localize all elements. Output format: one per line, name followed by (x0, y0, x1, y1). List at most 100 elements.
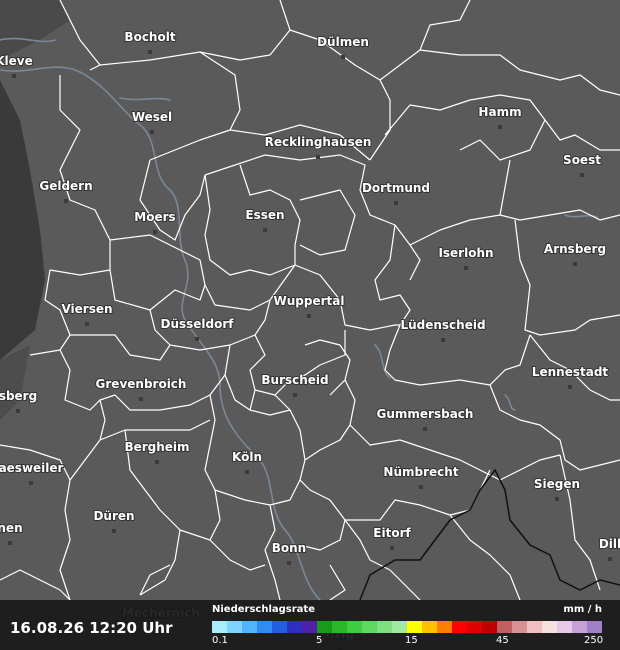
city-label: Gummersbach (377, 407, 474, 421)
city-label: Moers (134, 210, 175, 224)
legend-swatch (527, 621, 542, 633)
city-dot (85, 322, 89, 326)
legend-swatch (392, 621, 407, 633)
legend-tick: 250 (584, 635, 604, 646)
city-dot (148, 50, 152, 54)
legend-swatch (407, 621, 422, 633)
city-label: Soest (563, 153, 601, 167)
map-footer: 16.08.26 12:20 Uhr Niederschlagsrate mm … (0, 600, 620, 650)
city-label: Düren (93, 509, 134, 523)
legend-swatch (587, 621, 602, 633)
city-dot (139, 397, 143, 401)
legend-tick: 5 (316, 635, 323, 646)
legend-swatch (377, 621, 392, 633)
legend-swatch (257, 621, 272, 633)
city-label: Lüdenscheid (400, 318, 485, 332)
legend-swatch (572, 621, 587, 633)
city-dot (195, 337, 199, 341)
legend-swatch (452, 621, 467, 633)
city-label: Düsseldorf (160, 317, 234, 331)
city-dot (555, 497, 559, 501)
city-label: Bonn (272, 541, 306, 555)
city-label: Nümbrecht (383, 465, 458, 479)
city-dot (287, 561, 291, 565)
city-label: Dill (599, 537, 620, 551)
city-dot (293, 393, 297, 397)
city-dot (263, 228, 267, 232)
precipitation-map[interactable]: Bocholt Dülmen Kleve Hamm Wesel Recklinghause… (0, 0, 620, 650)
city-dot (441, 338, 445, 342)
city-dot (112, 529, 116, 533)
city-dot (12, 74, 16, 78)
city-dot (307, 314, 311, 318)
city-label: Hamm (478, 105, 521, 119)
city-label: Burscheid (261, 373, 328, 387)
city-label: Siegen (534, 477, 580, 491)
city-label: Wuppertal (274, 294, 345, 308)
legend-swatch (437, 621, 452, 633)
legend-swatch (227, 621, 242, 633)
map-background (0, 0, 620, 650)
legend-swatch (557, 621, 572, 633)
city-dot (573, 262, 577, 266)
city-label: Köln (232, 450, 262, 464)
city-dot (29, 481, 33, 485)
city-dot (464, 266, 468, 270)
city-label: Wesel (132, 110, 172, 124)
city-label: nen (0, 521, 23, 535)
legend-swatch (497, 621, 512, 633)
city-dot (341, 55, 345, 59)
legend-swatch (347, 621, 362, 633)
city-dot (155, 460, 159, 464)
legend-swatch (422, 621, 437, 633)
city-label: Essen (245, 208, 284, 222)
city-label: Grevenbroich (96, 377, 187, 391)
city-dot (390, 546, 394, 550)
legend-swatch (287, 621, 302, 633)
city-label: sberg (0, 389, 37, 403)
city-dot (245, 470, 249, 474)
legend-swatch (332, 621, 347, 633)
city-label: Dülmen (317, 35, 369, 49)
legend-swatch (467, 621, 482, 633)
city-dot (608, 557, 612, 561)
city-dot (150, 130, 154, 134)
legend-swatch (362, 621, 377, 633)
city-dot (8, 541, 12, 545)
legend-swatch (242, 621, 257, 633)
legend-title: Niederschlagsrate (212, 604, 315, 615)
legend-swatch (317, 621, 332, 633)
map-view[interactable]: Bocholt Dülmen Kleve Hamm Wesel Recklinghause… (0, 0, 620, 650)
city-label: Bergheim (124, 440, 189, 454)
city-dot (580, 173, 584, 177)
city-label: Dortmund (362, 181, 430, 195)
city-dot (153, 230, 157, 234)
legend-swatch (212, 621, 227, 633)
city-label: Bocholt (124, 30, 175, 44)
city-label: aesweiler (0, 461, 64, 475)
legend-swatch (512, 621, 527, 633)
city-label: Iserlohn (438, 246, 493, 260)
legend-swatch (482, 621, 497, 633)
city-label: Geldern (39, 179, 92, 193)
legend-swatch (302, 621, 317, 633)
legend-tick: 15 (405, 635, 418, 646)
timestamp: 16.08.26 12:20 Uhr (10, 619, 173, 637)
city-label: Viersen (61, 302, 112, 316)
city-label: Arnsberg (544, 242, 606, 256)
city-dot (16, 409, 20, 413)
city-dot (394, 201, 398, 205)
city-dot (316, 155, 320, 159)
legend-swatch (272, 621, 287, 633)
legend-swatch (542, 621, 557, 633)
city-label: Lennestadt (532, 365, 609, 379)
legend-tick: 45 (496, 635, 509, 646)
city-dot (568, 385, 572, 389)
city-dot (498, 125, 502, 129)
legend-color-scale (212, 621, 602, 633)
city-label: Kleve (0, 54, 33, 68)
legend-tick: 0.1 (212, 635, 228, 646)
city-label: Eitorf (373, 526, 411, 540)
legend-unit: mm / h (563, 604, 602, 615)
city-dot (423, 427, 427, 431)
